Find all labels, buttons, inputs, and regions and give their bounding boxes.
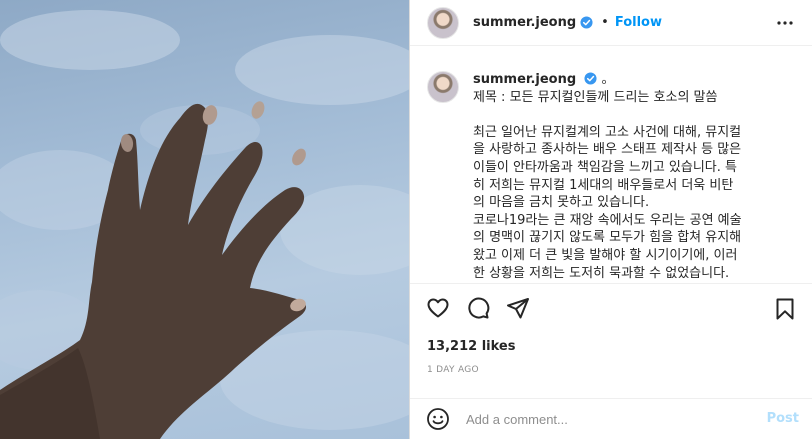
post-header: summer.jeong • Follow — [410, 0, 812, 46]
caption-line: 의 명맥이 끊기지 않도록 모두가 힘을 합쳐 유지해 — [473, 230, 742, 246]
caption-line: 한 상황을 저희는 도저히 묵과할 수 없었습니다. — [473, 265, 730, 281]
post-details-panel: summer.jeong • Follow summer.jeong 。 제목 … — [409, 0, 812, 439]
heart-icon[interactable] — [426, 296, 450, 320]
comment-input[interactable] — [466, 411, 756, 427]
caption-line: 의 마음을 금치 못하고 있습니다. — [473, 195, 650, 211]
caption-verified-badge-icon — [584, 72, 597, 85]
emoji-icon[interactable] — [426, 407, 450, 431]
caption-line: 최근 일어난 뮤지컬계의 고소 사건에 대해, 뮤지컬 — [473, 124, 742, 140]
hand-against-sky-image — [0, 10, 409, 439]
post-photo[interactable] — [0, 0, 409, 439]
comment-icon[interactable] — [466, 296, 490, 320]
author-username[interactable]: summer.jeong — [473, 15, 576, 30]
more-options-icon[interactable] — [773, 14, 797, 32]
share-icon[interactable] — [506, 296, 530, 320]
caption-line: 왔고 이제 더 큰 빛을 발해야 할 시기이기에, 이러 — [473, 247, 738, 263]
caption-line — [473, 106, 797, 124]
caption-text: summer.jeong 。 제목 : 모든 뮤지컬인들께 드리는 호소의 말씀… — [473, 71, 797, 283]
caption-avatar[interactable] — [427, 71, 459, 103]
caption-suffix: 。 — [601, 72, 615, 87]
separator-dot: • — [601, 15, 609, 30]
caption-line: 을 사랑하고 종사하는 배우 스태프 제작사 등 많은 — [473, 142, 742, 158]
comment-bar: Post — [410, 398, 812, 439]
post-timestamp[interactable]: 1 DAY AGO — [427, 365, 479, 375]
caption-section: summer.jeong 。 제목 : 모든 뮤지컬인들께 드리는 호소의 말씀… — [410, 47, 812, 283]
bookmark-icon[interactable] — [773, 297, 797, 321]
action-bar — [410, 283, 812, 335]
follow-button[interactable]: Follow — [615, 15, 662, 30]
caption-line: 이들이 안타까움과 책임감을 느끼고 있습니다. 특 — [473, 159, 737, 175]
post-comment-button[interactable]: Post — [767, 411, 799, 426]
caption-username[interactable]: summer.jeong — [473, 72, 576, 87]
caption-line: 제목 : 모든 뮤지컬인들께 드리는 호소의 말씀 — [473, 89, 718, 105]
caption-line: 코로나19라는 큰 재앙 속에서도 우리는 공연 예술 — [473, 212, 742, 228]
like-count[interactable]: 13,212 likes — [427, 339, 515, 354]
caption-line: 히 저희는 뮤지컬 1세대의 배우들로서 더욱 비탄 — [473, 177, 734, 193]
profile-avatar[interactable] — [427, 6, 459, 39]
verified-badge-icon — [580, 16, 593, 29]
